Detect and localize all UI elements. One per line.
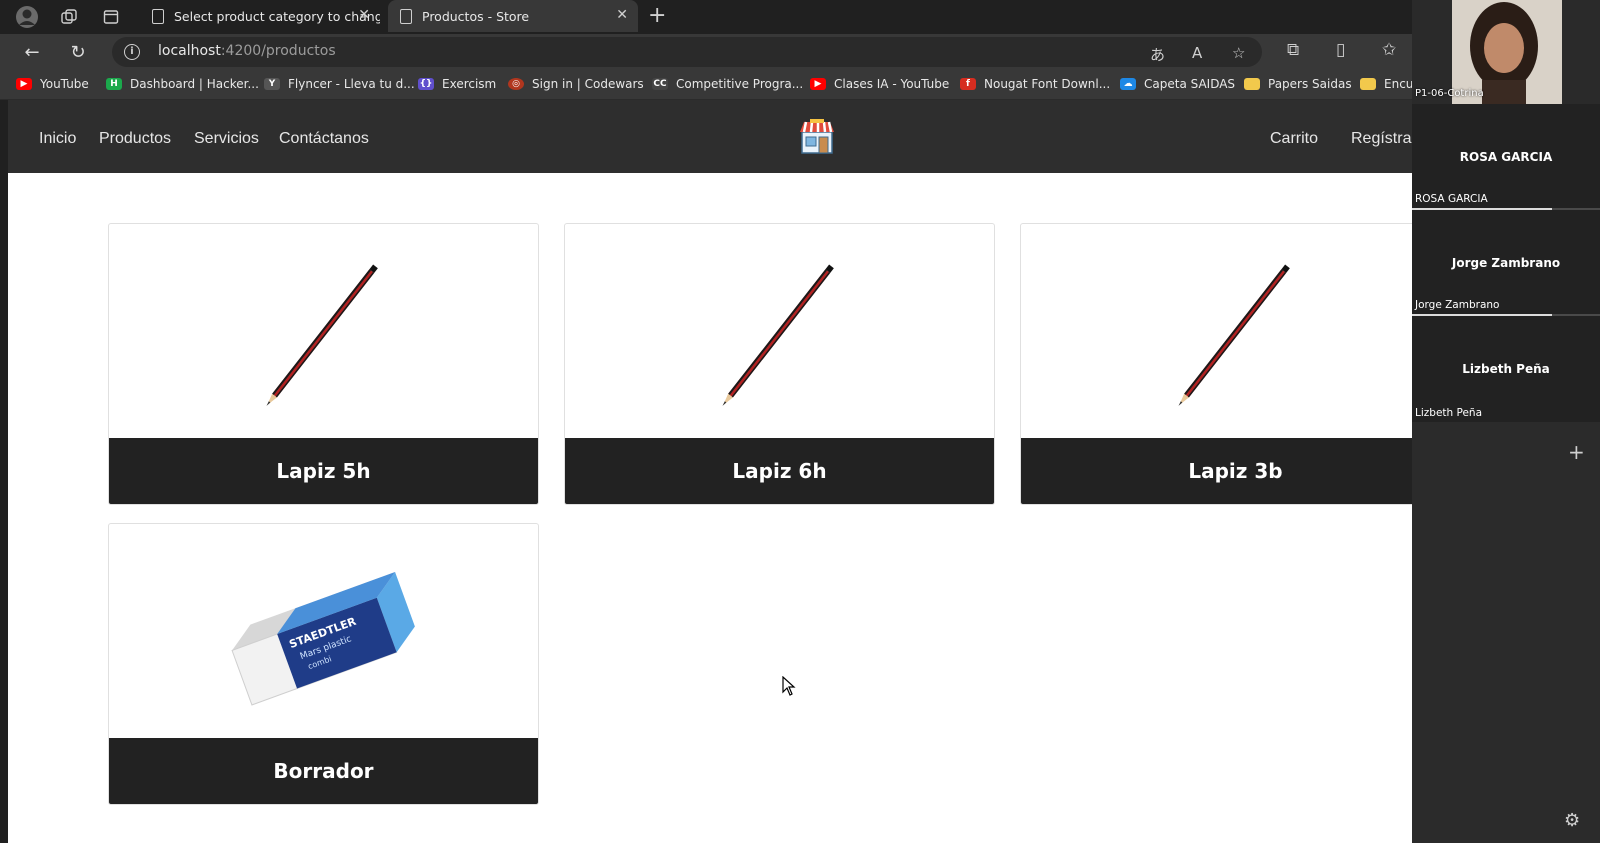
bookmark-flyncer[interactable]: Y Flyncer - Lleva tu d... <box>264 77 415 91</box>
site-navbar: Inicio Productos Servicios Contáctanos C… <box>8 100 1552 173</box>
nav-link-servicios[interactable]: Servicios <box>194 130 259 148</box>
nav-link-contactanos[interactable]: Contáctanos <box>279 130 369 148</box>
bookmark-nougat-font[interactable]: f Nougat Font Downl... <box>960 77 1110 91</box>
participant-name: Lizbeth Peña <box>1462 362 1550 376</box>
close-tab-icon[interactable]: ✕ <box>616 7 628 23</box>
bookmark-encu[interactable]: Encu <box>1360 77 1413 91</box>
youtube-icon: ▶ <box>810 78 826 90</box>
product-footer: Lapiz 3b <box>1021 438 1450 504</box>
youtube-icon: ▶ <box>16 78 32 90</box>
exercism-icon: {} <box>418 78 434 90</box>
browser-tab-bar: Select product category to chang ✕ Produ… <box>0 0 1412 34</box>
codewars-icon: ◎ <box>508 78 524 90</box>
gear-icon[interactable]: ⚙ <box>1564 810 1580 831</box>
bookmark-papers-saidas[interactable]: Papers Saidas <box>1244 77 1352 91</box>
site-info-icon[interactable]: i <box>124 44 140 60</box>
product-image-pencil <box>109 224 538 439</box>
tab-title: Productos - Store <box>422 8 530 24</box>
participant-tile[interactable]: Jorge Zambrano Jorge Zambrano <box>1412 210 1600 316</box>
favorites-icon[interactable]: ✩ <box>1382 40 1396 60</box>
product-card[interactable]: Lapiz 6h <box>564 223 995 505</box>
web-page: Inicio Productos Servicios Contáctanos C… <box>8 100 1552 843</box>
participant-label: ROSA GARCIA <box>1415 193 1488 205</box>
competitive-programming-icon: CC <box>652 78 668 90</box>
participant-tile[interactable]: ROSA GARCIA ROSA GARCIA <box>1412 104 1600 210</box>
participant-label: Jorge Zambrano <box>1415 299 1500 311</box>
favorite-star-icon[interactable]: ☆ <box>1232 44 1245 62</box>
nav-link-inicio[interactable]: Inicio <box>39 130 76 148</box>
screen: Select product category to chang ✕ Produ… <box>0 0 1600 843</box>
product-name[interactable]: Lapiz 6h <box>732 459 826 483</box>
bookmarks-bar: ▶ YouTube H Dashboard | Hacker... Y Flyncer… <box>0 70 1413 100</box>
page-icon <box>400 9 412 24</box>
bookmark-youtube[interactable]: ▶ YouTube <box>16 77 89 91</box>
profile-avatar-icon[interactable] <box>14 4 40 30</box>
bookmark-codewars[interactable]: ◎ Sign in | Codewars <box>508 77 644 91</box>
product-image-pencil <box>1021 224 1450 439</box>
translate-icon[interactable]: あ <box>1150 44 1165 65</box>
bookmark-hackerrank[interactable]: H Dashboard | Hacker... <box>106 77 259 91</box>
nav-link-carrito[interactable]: Carrito <box>1270 130 1318 148</box>
store-logo-icon[interactable] <box>798 118 836 156</box>
product-name[interactable]: Borrador <box>273 759 373 783</box>
nav-link-productos[interactable]: Productos <box>99 130 171 148</box>
bookmark-exercism[interactable]: {} Exercism <box>418 77 496 91</box>
address-url[interactable]: localhost:4200/productos <box>158 43 336 59</box>
back-icon[interactable]: ← <box>18 38 46 66</box>
product-name[interactable]: Lapiz 3b <box>1188 459 1282 483</box>
folder-icon <box>1360 78 1376 90</box>
product-card[interactable]: Lapiz 5h <box>108 223 539 505</box>
read-aloud-icon[interactable]: A <box>1192 44 1202 62</box>
workspaces-icon[interactable] <box>56 4 82 30</box>
address-bar[interactable]: i localhost:4200/productos あ A ☆ <box>112 37 1262 67</box>
tab-productos-store[interactable]: Productos - Store ✕ <box>388 0 638 32</box>
split-screen-icon[interactable]: ▯ <box>1336 40 1345 60</box>
flyncer-icon: Y <box>264 78 280 90</box>
cloud-icon: ☁ <box>1120 78 1136 90</box>
bookmark-competitive-programming[interactable]: CC Competitive Progra... <box>652 77 803 91</box>
reload-icon[interactable]: ↻ <box>64 38 92 66</box>
participant-name: Jorge Zambrano <box>1451 256 1561 270</box>
mouse-cursor-icon <box>782 676 796 696</box>
hackerrank-icon: H <box>106 78 122 90</box>
new-tab-icon[interactable]: + <box>648 3 666 28</box>
participant-tile[interactable]: Lizbeth Peña Lizbeth Peña <box>1412 316 1600 422</box>
tab-select-category[interactable]: Select product category to chang ✕ <box>140 0 380 32</box>
product-card[interactable]: Lapiz 3b <box>1020 223 1451 505</box>
tab-title: Select product category to chang <box>174 8 380 24</box>
product-footer: Lapiz 6h <box>565 438 994 504</box>
product-footer: Lapiz 5h <box>109 438 538 504</box>
participant-name: ROSA GARCIA <box>1459 150 1553 164</box>
browser-toolbar: ← ↻ i localhost:4200/productos あ A ☆ ⧉ ▯… <box>0 34 1412 70</box>
product-card[interactable]: STAEDTLER Mars plastic combi Borrador <box>108 523 539 805</box>
bookmark-capeta-saidas[interactable]: ☁ Capeta SAIDAS <box>1120 77 1235 91</box>
page-icon <box>152 9 164 24</box>
product-image-pencil <box>565 224 994 439</box>
tab-actions-icon[interactable] <box>98 4 124 30</box>
self-video-label: P1-06-Cotrina <box>1415 88 1484 99</box>
add-participant-icon[interactable]: + <box>1568 440 1585 464</box>
extensions-icon[interactable]: ⧉ <box>1287 40 1299 60</box>
font-icon: f <box>960 78 976 90</box>
bookmark-clases-ia[interactable]: ▶ Clases IA - YouTube <box>810 77 949 91</box>
close-tab-icon[interactable]: ✕ <box>358 7 370 23</box>
product-footer: Borrador <box>109 738 538 804</box>
product-image-eraser: STAEDTLER Mars plastic combi <box>109 524 538 739</box>
folder-icon <box>1244 78 1260 90</box>
nav-link-registrate[interactable]: Regístra <box>1351 130 1411 148</box>
participant-label: Lizbeth Peña <box>1415 407 1483 419</box>
product-name[interactable]: Lapiz 5h <box>276 459 370 483</box>
